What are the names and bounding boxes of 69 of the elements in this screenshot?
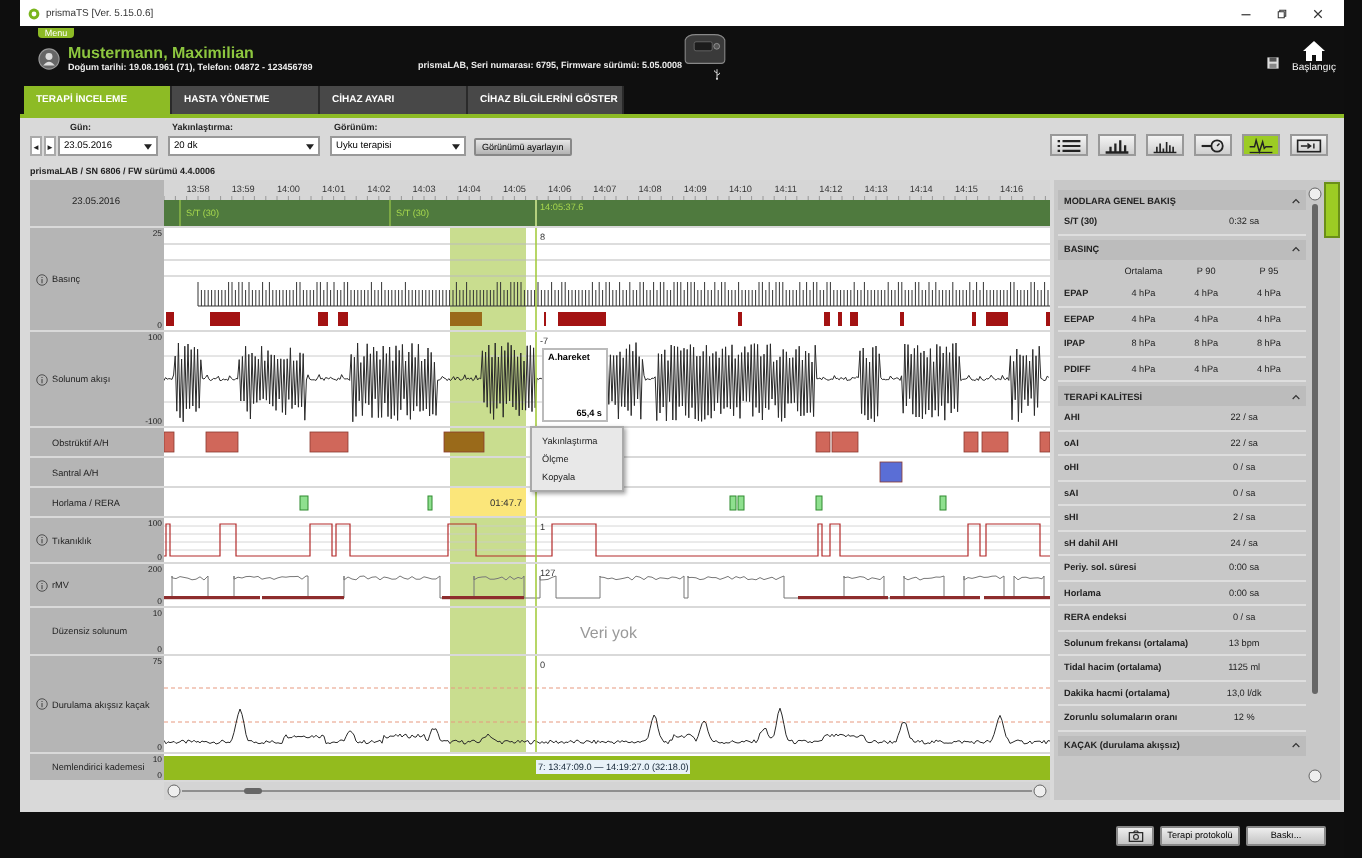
collapse-icon[interactable]: [1292, 197, 1301, 203]
event-marker: [338, 312, 348, 326]
event-marker: [824, 312, 830, 326]
scroll-thumb[interactable]: [1312, 204, 1319, 694]
scroll-down-icon[interactable]: [1308, 769, 1322, 783]
collapse-icon[interactable]: [1292, 742, 1301, 748]
event-marker: [738, 312, 742, 326]
event-marker: [205, 431, 239, 453]
event-marker: [972, 312, 976, 326]
collapse-icon[interactable]: [1292, 246, 1301, 252]
app-icon: [28, 7, 40, 19]
event-marker: [838, 312, 842, 326]
caret-icon: [306, 143, 314, 149]
duration-highlight: [450, 488, 526, 516]
scroll-up-icon[interactable]: [1308, 187, 1322, 201]
event-marker: [986, 312, 1008, 326]
event-marker: [1039, 431, 1050, 453]
view-mode-button[interactable]: [1098, 134, 1136, 156]
no-data-text: Veri yok: [580, 624, 637, 642]
list-icon: [1056, 137, 1082, 153]
info-icon[interactable]: [36, 579, 48, 591]
avatar-icon: [38, 47, 60, 69]
event-marker: [815, 495, 823, 511]
close-icon[interactable]: [1312, 7, 1324, 19]
caret-icon: [452, 143, 460, 149]
restore-icon[interactable]: [1276, 7, 1288, 19]
event-marker: [900, 312, 904, 326]
view-mode-button[interactable]: [1146, 134, 1184, 156]
scroll-right-icon[interactable]: [1033, 784, 1047, 798]
usb-icon: [712, 68, 722, 80]
scroll-left-icon[interactable]: [167, 784, 181, 798]
event-marker: [544, 312, 546, 326]
waveform-icon: [1248, 137, 1274, 153]
event-marker: [558, 312, 606, 326]
side-tab[interactable]: [1324, 182, 1340, 238]
event-marker: [166, 312, 174, 326]
event-marker: [299, 495, 309, 511]
view-mode-button[interactable]: [1194, 134, 1232, 156]
event-marker: [443, 431, 485, 453]
home-icon: [1302, 39, 1327, 61]
event-marker: [210, 312, 240, 326]
scroll-thumb[interactable]: [244, 788, 262, 794]
camera-icon: [1127, 829, 1143, 841]
view-mode-button[interactable]: [1242, 134, 1280, 156]
bar-chart-icon: [1104, 137, 1130, 153]
event-marker: [1046, 312, 1050, 326]
camera-button[interactable]: [1116, 825, 1154, 845]
caret-icon: [144, 143, 152, 149]
event-marker: [939, 495, 947, 511]
event-marker: [450, 312, 482, 326]
event-marker: [850, 312, 858, 326]
view-mode-button[interactable]: [1290, 134, 1328, 156]
collapse-icon[interactable]: [1292, 393, 1301, 399]
event-marker: [318, 312, 328, 326]
horizontal-scrollbar[interactable]: [164, 782, 1050, 800]
info-icon[interactable]: [36, 373, 48, 385]
save-icon[interactable]: [1266, 55, 1281, 69]
event-marker: [427, 495, 433, 511]
histogram-icon: [1152, 137, 1178, 153]
info-icon[interactable]: [36, 273, 48, 285]
device-icon: [1296, 137, 1322, 153]
info-icon[interactable]: [36, 534, 48, 546]
patient-name: Mustermann, Maximilian: [68, 44, 256, 62]
event-marker: [309, 431, 349, 453]
event-marker: [879, 461, 903, 483]
cursor-line[interactable]: [535, 488, 537, 516]
view-mode-button[interactable]: [1050, 134, 1088, 156]
gauge-icon: [1200, 137, 1226, 153]
info-icon[interactable]: [36, 698, 48, 710]
